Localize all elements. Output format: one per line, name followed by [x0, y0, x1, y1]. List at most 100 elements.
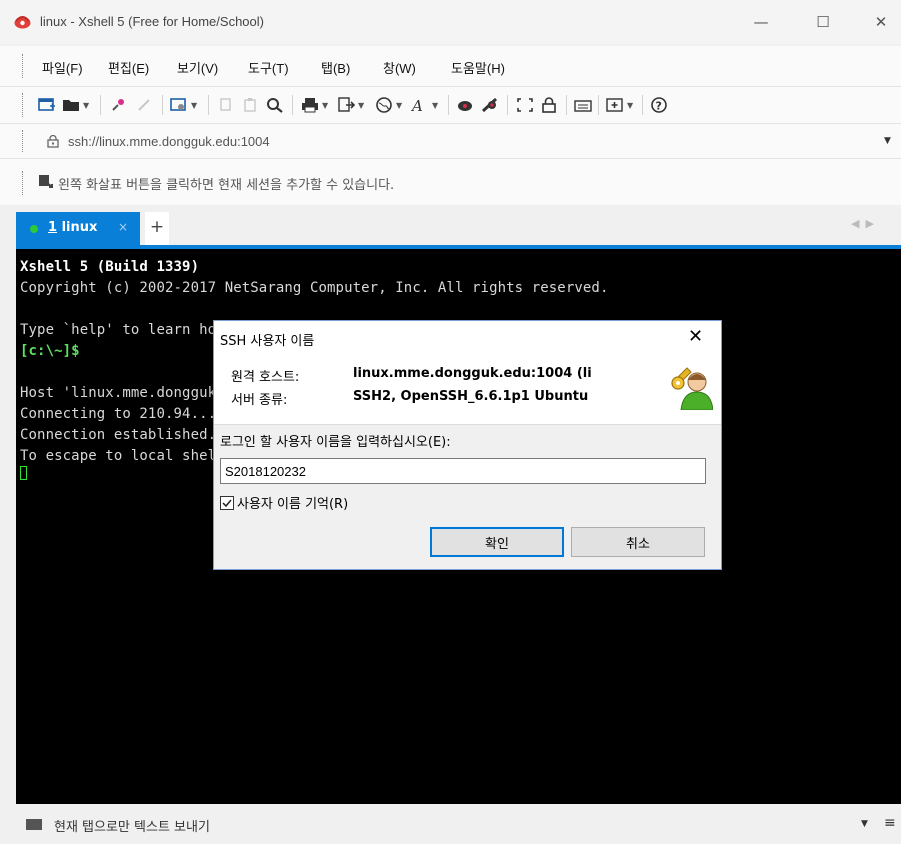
xftp-button[interactable] [456, 95, 474, 115]
terminal-line: Copyright (c) 2002-2017 NetSarang Comput… [20, 280, 609, 296]
remember-username-checkbox[interactable]: 사용자 이름 기억(R) [220, 493, 348, 512]
transfer-button[interactable]: ▼ [337, 95, 364, 115]
toolbar-separator [100, 95, 101, 115]
new-tab-button[interactable]: + [145, 212, 169, 245]
reconnect-button[interactable] [110, 95, 128, 115]
new-session-button[interactable] [38, 95, 56, 115]
new-session-icon [38, 98, 55, 111]
fullscreen-icon [517, 98, 533, 112]
tab-scroll-arrows[interactable]: ◀▶ [851, 217, 880, 230]
remember-username-label[interactable]: 사용자 이름 기억(R) [237, 493, 348, 512]
terminal-prompt: [c:\~]$ [20, 343, 80, 359]
folder-icon [63, 100, 79, 111]
svg-text:A: A [411, 97, 423, 113]
dialog-title-bar: SSH 사용자 이름 ✕ [214, 321, 721, 354]
user-key-icon [671, 367, 713, 410]
cancel-button[interactable]: 취소 [571, 527, 705, 557]
globe-button[interactable]: ▼ [375, 95, 402, 115]
close-button[interactable]: ✕ [858, 8, 901, 36]
keyboard-icon [574, 100, 592, 112]
properties-icon [170, 98, 186, 111]
lock-button[interactable] [540, 95, 558, 115]
print-button[interactable]: ▼ [301, 95, 328, 115]
globe-icon [376, 97, 392, 113]
addressbar-grip[interactable] [22, 130, 23, 152]
minimize-button[interactable]: — [738, 8, 784, 36]
menu-bar: 파일(F) 편집(E) 보기(V) 도구(T) 탭(B) 창(W) 도움말(H) [0, 46, 901, 87]
dialog-close-button[interactable]: ✕ [688, 326, 703, 347]
chevron-down-icon[interactable]: ▼ [191, 101, 197, 110]
window-title: linux - Xshell 5 (Free for Home/School) [40, 14, 264, 29]
xmanager-icon [481, 97, 498, 113]
toolbar-separator [566, 95, 567, 115]
menu-help[interactable]: 도움말(H) [451, 58, 505, 77]
maximize-button[interactable]: ☐ [800, 8, 846, 36]
status-bar: 현재 탭으로만 텍스트 보내기 ▼ ≡ [0, 804, 901, 844]
chevron-down-icon[interactable]: ▼ [396, 101, 402, 110]
chevron-down-icon[interactable]: ▼ [627, 101, 633, 110]
tab-label: linux [57, 220, 98, 235]
toolbar-separator [208, 95, 209, 115]
chevron-down-icon[interactable]: ▼ [322, 101, 328, 110]
toolbar-separator [162, 95, 163, 115]
compose-icon [606, 98, 623, 112]
tab-number: 1 [48, 220, 58, 235]
username-input[interactable] [220, 458, 706, 484]
hintbar-grip[interactable] [22, 171, 23, 195]
menu-tools[interactable]: 도구(T) [248, 58, 289, 77]
address-dropdown-button[interactable]: ▼ [884, 136, 891, 146]
menu-edit[interactable]: 편집(E) [108, 58, 149, 77]
search-icon [267, 98, 283, 113]
compose-bar-icon[interactable] [26, 819, 42, 830]
xmanager-button[interactable] [481, 95, 499, 115]
menu-file[interactable]: 파일(F) [42, 58, 83, 77]
terminal-line: Connecting to 210.94... [20, 406, 217, 422]
lock-icon [542, 97, 556, 113]
toolbar: ▼ ▼ ▼ ▼ ▼ A ▼ ▼ ? [0, 87, 901, 124]
copy-button[interactable] [218, 95, 236, 115]
disconnect-button[interactable] [136, 95, 154, 115]
font-button[interactable]: A ▼ [411, 95, 438, 115]
remote-host-label: 원격 호스트: [231, 370, 300, 385]
status-menu-icon[interactable]: ≡ [884, 815, 896, 831]
find-button[interactable] [266, 95, 284, 115]
menu-view[interactable]: 보기(V) [177, 58, 218, 77]
svg-text:?: ? [656, 100, 662, 113]
chevron-down-icon[interactable]: ▼ [358, 101, 364, 110]
menu-tab[interactable]: 탭(B) [321, 58, 350, 77]
chevron-down-icon[interactable]: ▼ [432, 101, 438, 110]
session-hint-text: 왼쪽 화살표 버튼을 클릭하면 현재 세션을 추가할 수 있습니다. [58, 178, 395, 193]
compose-button[interactable]: ▼ [606, 95, 633, 115]
toolbar-separator [642, 95, 643, 115]
ok-button[interactable]: 확인 [430, 527, 564, 557]
checkbox-box[interactable] [220, 495, 234, 510]
tab-close-icon[interactable]: × [118, 220, 128, 234]
paste-button[interactable] [242, 95, 260, 115]
font-icon: A [411, 97, 423, 113]
fullscreen-button[interactable] [516, 95, 534, 115]
menubar-grip[interactable] [22, 54, 23, 78]
copy-icon [220, 98, 231, 111]
send-to-current-tab-text[interactable]: 현재 탭으로만 텍스트 보내기 [54, 816, 210, 835]
terminal-cursor [20, 466, 27, 480]
dialog-title: SSH 사용자 이름 [220, 334, 315, 349]
menu-window[interactable]: 창(W) [383, 58, 416, 77]
toolbar-separator [507, 95, 508, 115]
xftp-icon [458, 101, 472, 111]
add-session-icon[interactable] [38, 173, 54, 189]
tab-linux[interactable]: 1 linux × [16, 212, 140, 245]
remote-host-value: linux.mme.dongguk.edu:1004 (li [353, 366, 592, 381]
session-hint-bar: 왼쪽 화살표 버튼을 클릭하면 현재 세션을 추가할 수 있습니다. [0, 159, 901, 205]
plug-disabled-icon [138, 99, 150, 111]
help-button[interactable]: ? [650, 95, 668, 115]
lock-icon [47, 135, 59, 148]
chevron-down-icon[interactable]: ▼ [83, 101, 89, 110]
status-dropdown-button[interactable]: ▼ [861, 819, 868, 829]
address-input[interactable]: ssh://linux.mme.dongguk.edu:1004 [68, 134, 270, 149]
terminal-line: Xshell 5 (Build 1339) [20, 259, 200, 275]
keyboard-button[interactable] [574, 95, 592, 115]
properties-button[interactable]: ▼ [170, 95, 197, 115]
open-session-button[interactable]: ▼ [62, 95, 89, 115]
toolbar-grip[interactable] [22, 93, 23, 117]
toolbar-separator [292, 95, 293, 115]
